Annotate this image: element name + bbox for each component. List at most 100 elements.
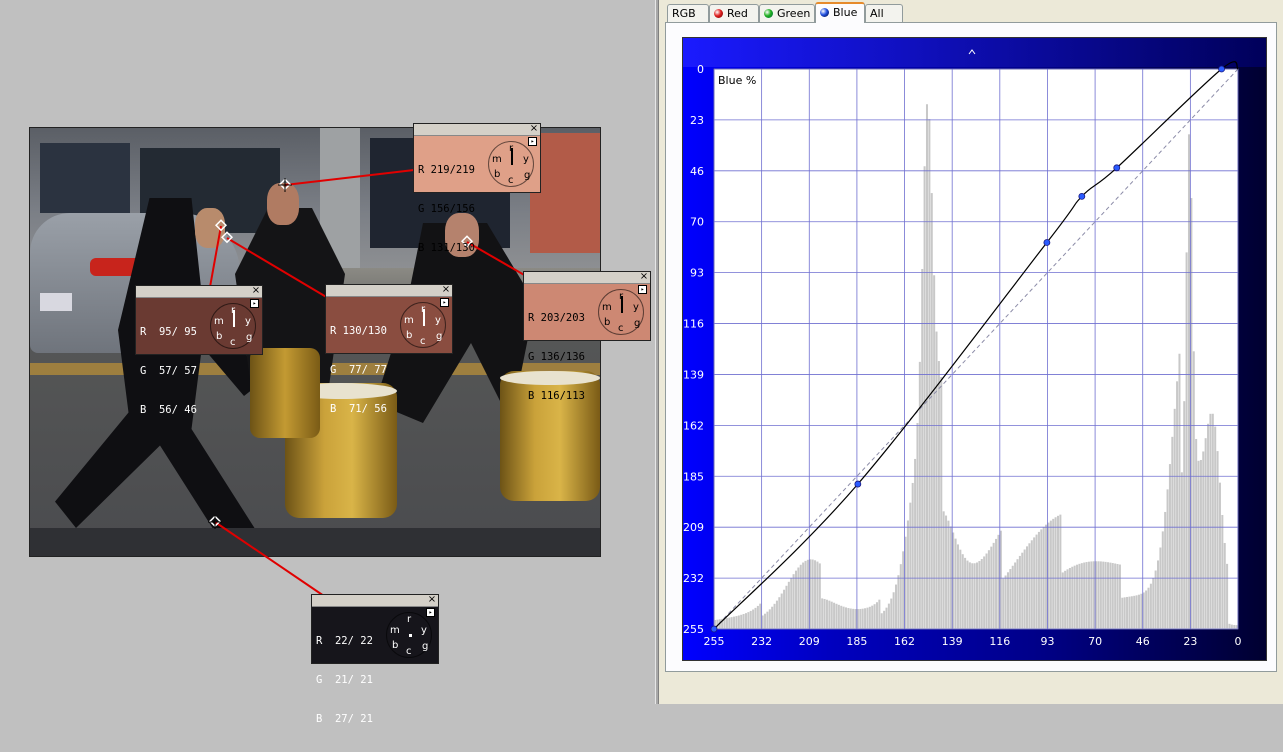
- histogram-bar: [861, 608, 864, 629]
- curve-chart[interactable]: 255 232 209 185 162 139 116 93 70 46 23 0 0 23 46 70 93 1…: [683, 38, 1268, 662]
- histogram-bar: [1223, 542, 1226, 629]
- histogram-bar: [1214, 426, 1217, 629]
- histogram-bar: [1149, 583, 1152, 629]
- close-icon[interactable]: ×: [529, 123, 539, 134]
- color-probe-shadow[interactable]: × ▸ R 22/ 22 G 21/ 21 B 27/ 21 m r y b c…: [311, 594, 439, 725]
- tab-green[interactable]: Green: [759, 4, 815, 22]
- curve-editor[interactable]: 255 232 209 185 162 139 116 93 70 46 23 0 0 23 46 70 93 1…: [682, 37, 1267, 661]
- dial-label-c: c: [420, 336, 426, 347]
- histogram-bar: [992, 542, 995, 629]
- histogram-bar: [935, 331, 938, 629]
- close-icon[interactable]: ×: [427, 594, 437, 605]
- dial-label-r: r: [407, 614, 412, 625]
- tab-rgb[interactable]: RGB: [667, 4, 709, 22]
- histogram-bar: [961, 554, 964, 629]
- histogram-bar: [885, 607, 888, 629]
- close-icon[interactable]: ×: [639, 271, 649, 282]
- probe-title-bar[interactable]: [136, 286, 262, 298]
- curve-control-point[interactable]: [854, 480, 862, 488]
- histogram-bar: [973, 563, 976, 629]
- histogram-bar: [1107, 562, 1110, 629]
- probe-menu-icon[interactable]: ▸: [528, 137, 537, 146]
- histogram-bar: [1026, 546, 1029, 629]
- probe-green-value: G 156/156: [418, 203, 475, 215]
- histogram-bar: [740, 614, 743, 629]
- x-tick-label: 162: [894, 635, 915, 648]
- histogram-bar: [1033, 537, 1036, 629]
- histogram-bar: [804, 560, 807, 629]
- histogram-bar: [1235, 625, 1238, 629]
- histogram-bar: [1085, 562, 1088, 629]
- histogram-bar: [928, 119, 931, 629]
- curve-control-point[interactable]: [1113, 164, 1121, 172]
- color-probe-face-top[interactable]: × ▸ R 219/219 G 156/156 B 131/130 m r y …: [413, 123, 541, 254]
- histogram-bar: [1021, 552, 1024, 629]
- close-icon[interactable]: ×: [441, 284, 451, 295]
- y-tick-label: 162: [683, 419, 704, 432]
- probe-menu-icon[interactable]: ▸: [638, 285, 647, 294]
- histogram-bar: [859, 608, 862, 629]
- histogram-bar: [1006, 572, 1009, 629]
- histogram-bar: [1114, 563, 1117, 629]
- curve-control-point[interactable]: [1043, 239, 1051, 246]
- histogram-bar: [899, 564, 902, 629]
- histogram-bar: [930, 193, 933, 629]
- histogram-bar: [1061, 572, 1064, 629]
- probe-title-bar[interactable]: [524, 272, 650, 284]
- histogram-bar: [1090, 561, 1093, 629]
- y-tick-label: 185: [683, 470, 704, 483]
- color-probe-face-left[interactable]: × ▸ R 95/ 95 G 57/ 57 B 56/ 46 m r y b c…: [135, 285, 263, 416]
- probe-menu-icon[interactable]: ▸: [440, 298, 449, 307]
- color-probe-face-right[interactable]: × ▸ R 203/203 G 136/136 B 116/113 m r y …: [523, 271, 651, 402]
- histogram-bar: [875, 602, 878, 629]
- histogram-bar: [1059, 514, 1062, 629]
- probe-menu-icon[interactable]: ▸: [426, 608, 435, 617]
- histogram-bar: [964, 557, 967, 629]
- hue-dial-icon: m r y b c g: [598, 289, 644, 335]
- histogram-bar: [1104, 561, 1107, 629]
- histogram-bar: [1035, 534, 1038, 629]
- histogram-bar: [1159, 547, 1162, 629]
- green-channel-icon: [764, 9, 773, 18]
- probe-title-bar[interactable]: [312, 595, 438, 607]
- hue-dial-icon: m r y b c g: [488, 141, 534, 187]
- dial-label-y: y: [633, 302, 639, 313]
- dial-label-y: y: [435, 315, 441, 326]
- probe-title-bar[interactable]: [414, 124, 540, 136]
- close-icon[interactable]: ×: [251, 285, 261, 296]
- histogram-bar: [1109, 562, 1112, 629]
- histogram-bar: [823, 598, 826, 629]
- histogram-bar: [911, 482, 914, 629]
- histogram-bar: [1216, 451, 1219, 629]
- histogram-bar: [921, 268, 924, 629]
- histogram-bar: [747, 612, 750, 629]
- curve-control-point[interactable]: [1078, 192, 1086, 200]
- histogram-bar: [854, 609, 857, 629]
- histogram-bar: [1157, 560, 1160, 629]
- x-tick-label: 70: [1088, 635, 1102, 648]
- histogram-bar: [1023, 549, 1026, 629]
- probe-green-value: G 57/ 57: [140, 365, 197, 377]
- image-canvas-area[interactable]: × ▸ R 219/219 G 156/156 B 131/130 m r y …: [0, 0, 655, 725]
- histogram-bar: [728, 617, 731, 629]
- histogram-bar: [1123, 597, 1126, 629]
- histogram-bar: [1049, 520, 1052, 629]
- curve-control-point[interactable]: [1218, 65, 1225, 73]
- color-probe-face-mid[interactable]: × ▸ R 130/130 G 77/ 77 B 71/ 56 m r y b …: [325, 284, 453, 415]
- tab-blue[interactable]: Blue: [815, 2, 865, 23]
- y-tick-label: 255: [683, 623, 704, 636]
- curve-control-point[interactable]: [710, 625, 718, 633]
- histogram-bar: [906, 520, 909, 629]
- histogram-bar: [790, 577, 793, 629]
- tab-all[interactable]: All: [865, 4, 903, 22]
- probe-menu-icon[interactable]: ▸: [250, 299, 259, 308]
- dial-label-g: g: [524, 170, 531, 181]
- probe-title-bar[interactable]: [326, 285, 452, 297]
- dial-label-y: y: [245, 316, 251, 327]
- histogram-bar: [1056, 515, 1059, 629]
- tab-red[interactable]: Red: [709, 4, 759, 22]
- x-tick-label: 23: [1183, 635, 1197, 648]
- histogram-bar: [1192, 351, 1195, 629]
- histogram-bar: [794, 570, 797, 629]
- histogram-bar: [892, 592, 895, 629]
